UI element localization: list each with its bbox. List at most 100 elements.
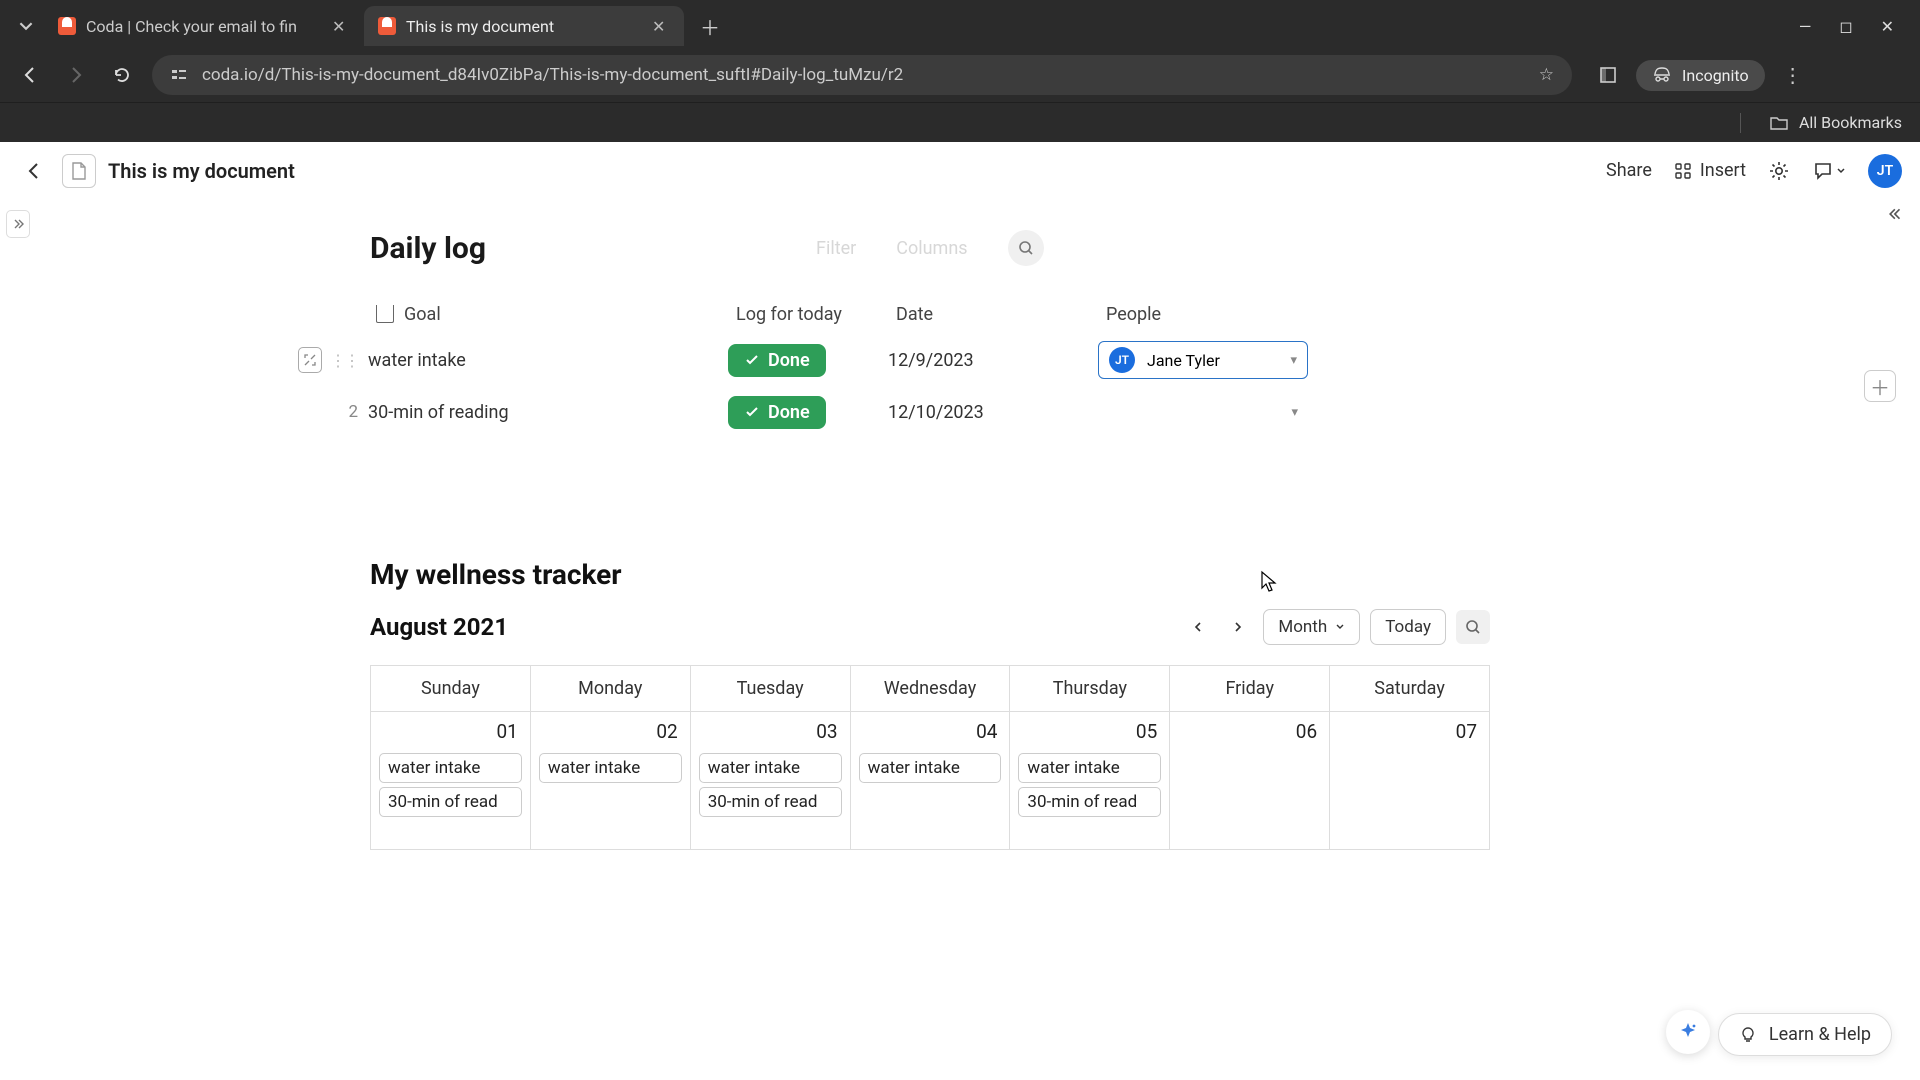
table-row[interactable]: 2 30-min of reading Done 12/10/2023 ▾ (370, 386, 1350, 438)
settings-icon[interactable] (1768, 160, 1790, 182)
coda-favicon (378, 17, 396, 35)
day-number: 04 (857, 718, 1004, 749)
search-icon[interactable] (1008, 230, 1044, 266)
browser-tab-1[interactable]: Coda | Check your email to fin ✕ (44, 6, 364, 46)
calendar-event[interactable]: 30-min of read (1018, 787, 1161, 817)
day-number: 02 (537, 718, 684, 749)
person-name: Jane Tyler (1147, 351, 1220, 370)
forward-button (60, 59, 92, 91)
col-log[interactable]: Log for today (736, 304, 896, 325)
divider (1740, 113, 1741, 133)
day-number: 07 (1336, 718, 1483, 749)
tab-title: This is my document (406, 17, 642, 36)
calendar-cell[interactable]: 02 water intake (531, 712, 691, 850)
browser-tab-2[interactable]: This is my document ✕ (364, 6, 684, 46)
person-avatar: JT (1109, 347, 1135, 373)
calendar-cell[interactable]: 05 water intake 30-min of read (1010, 712, 1170, 850)
drag-handle-icon[interactable]: ⋮⋮ (330, 351, 358, 370)
calendar-event[interactable]: 30-min of read (699, 787, 842, 817)
calendar-event[interactable]: water intake (859, 753, 1002, 783)
goal-cell[interactable]: 30-min of reading (368, 402, 509, 423)
filter-button[interactable]: Filter (816, 238, 856, 259)
maximize-icon[interactable]: ◻ (1839, 17, 1852, 36)
prev-month-button[interactable] (1183, 612, 1213, 642)
back-button[interactable] (14, 59, 46, 91)
today-button[interactable]: Today (1370, 609, 1446, 645)
day-number: 05 (1016, 718, 1163, 749)
site-settings-icon[interactable] (170, 66, 188, 84)
calendar-event[interactable]: water intake (699, 753, 842, 783)
date-cell[interactable]: 12/9/2023 (888, 350, 974, 371)
calendar-event[interactable]: water intake (379, 753, 522, 783)
reload-button[interactable] (106, 59, 138, 91)
day-number: 03 (697, 718, 844, 749)
address-bar[interactable]: coda.io/d/This-is-my-document_d84Iv0ZibP… (152, 55, 1572, 95)
learn-help-button[interactable]: Learn & Help (1718, 1013, 1892, 1056)
comments-icon[interactable] (1812, 160, 1846, 182)
section-title-tracker: My wellness tracker (370, 558, 1860, 591)
dow-header: Tuesday (691, 665, 851, 712)
calendar-cell[interactable]: 01water intake30-min of read (371, 712, 531, 850)
dow-header: Saturday (1330, 665, 1490, 712)
calendar-month-label: August 2021 (370, 613, 508, 641)
page-title[interactable]: This is my document (108, 159, 295, 183)
search-icon[interactable] (1456, 610, 1490, 644)
bookmark-star-icon[interactable]: ☆ (1539, 65, 1554, 85)
close-icon[interactable]: ✕ (332, 17, 350, 36)
calendar-event[interactable]: water intake (1018, 753, 1161, 783)
calendar-event[interactable]: water intake (539, 753, 682, 783)
all-bookmarks-button[interactable]: All Bookmarks (1799, 113, 1902, 132)
people-select[interactable]: JT Jane Tyler ▾ (1098, 341, 1308, 379)
new-tab-button[interactable]: ＋ (692, 8, 728, 44)
chrome-menu-icon[interactable]: ⋮ (1783, 63, 1803, 87)
dow-header: Sunday (371, 665, 531, 712)
columns-button[interactable]: Columns (896, 238, 967, 259)
done-button[interactable]: Done (728, 344, 826, 377)
url-text: coda.io/d/This-is-my-document_d84Iv0ZibP… (202, 65, 1525, 85)
close-icon[interactable]: ✕ (652, 17, 670, 36)
insert-label: Insert (1700, 160, 1746, 181)
doc-icon[interactable] (62, 154, 96, 188)
chevron-down-icon: ▾ (1291, 405, 1298, 420)
avatar[interactable]: JT (1868, 154, 1902, 188)
incognito-badge[interactable]: Incognito (1636, 60, 1765, 91)
table-header-row: Goal Log for today Date People (370, 294, 1350, 334)
expand-row-icon[interactable] (298, 347, 322, 373)
incognito-label: Incognito (1682, 66, 1749, 85)
app-back-button[interactable] (18, 155, 50, 187)
minimize-icon[interactable]: — (1799, 17, 1812, 36)
col-date[interactable]: Date (896, 304, 1106, 325)
people-select[interactable]: ▾ (1098, 405, 1308, 420)
view-select[interactable]: Month (1263, 609, 1360, 645)
day-number: 06 (1176, 718, 1323, 749)
share-button[interactable]: Share (1606, 160, 1652, 181)
insert-button[interactable]: Insert (1674, 160, 1746, 181)
calendar-cell[interactable]: 07 (1330, 712, 1490, 850)
folder-icon (1769, 114, 1789, 132)
chevron-down-icon: ▾ (1290, 353, 1297, 368)
expand-right-panel-button[interactable] (1882, 200, 1910, 228)
calendar-cell[interactable]: 03 water intake 30-min of read (691, 712, 851, 850)
expand-sidebar-button[interactable] (6, 210, 30, 238)
bookmark-icon (376, 305, 394, 323)
dow-header: Monday (531, 665, 691, 712)
table-row[interactable]: ⋮⋮ water intake Done 12/9/2023 JT Jane T… (370, 334, 1350, 386)
tab-search-dropdown[interactable] (8, 8, 44, 44)
goal-cell[interactable]: water intake (368, 350, 466, 371)
add-block-button[interactable]: ＋ (1864, 370, 1896, 402)
reading-list-icon[interactable] (1598, 65, 1618, 85)
ai-assistant-button[interactable] (1666, 1010, 1710, 1054)
col-goal[interactable]: Goal (404, 304, 441, 325)
incognito-icon (1652, 66, 1672, 84)
done-button[interactable]: Done (728, 396, 826, 429)
grid-icon (1674, 162, 1692, 180)
calendar-cell[interactable]: 04 water intake (851, 712, 1011, 850)
calendar-cell[interactable]: 06 (1170, 712, 1330, 850)
next-month-button[interactable] (1223, 612, 1253, 642)
close-window-icon[interactable]: ✕ (1881, 17, 1894, 36)
calendar-event[interactable]: 30-min of read (379, 787, 522, 817)
dow-header: Wednesday (851, 665, 1011, 712)
col-people[interactable]: People (1106, 304, 1350, 325)
tab-title: Coda | Check your email to fin (86, 17, 322, 36)
date-cell[interactable]: 12/10/2023 (888, 402, 984, 423)
